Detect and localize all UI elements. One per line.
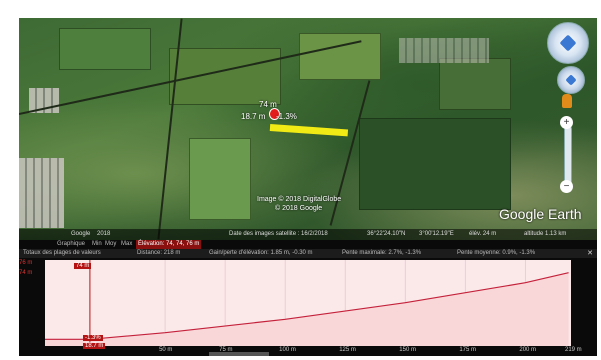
zoom-in-button[interactable]: +	[560, 116, 573, 129]
totals-label: Totaux des plages de valeurs	[23, 250, 101, 256]
x-tick-label: 200 m	[519, 347, 537, 353]
elevation-readout: élév. 24 m	[469, 231, 497, 237]
field-patch	[59, 28, 151, 70]
range-totals-bar: Totaux des plages de valeurs Distance: 2…	[19, 249, 597, 258]
path-elevation-label: 74 m	[259, 100, 277, 109]
buildings-left	[19, 158, 64, 228]
look-around-control[interactable]	[547, 22, 589, 64]
path-grade-label: -1.3%	[276, 112, 297, 121]
zoom-out-button[interactable]: −	[560, 180, 573, 193]
google-earth-logo: Google Earth	[499, 206, 582, 222]
longitude: 3°00'12.19"E	[419, 231, 454, 237]
graph-label: Graphique	[57, 241, 86, 247]
close-icon[interactable]: ✕	[587, 249, 593, 258]
field-patch	[439, 58, 511, 110]
x-tick-label: 219 m	[565, 347, 582, 353]
field-patch	[299, 33, 381, 80]
max-toggle[interactable]: Max	[121, 240, 132, 249]
status-year: 2018	[97, 231, 111, 237]
y-tick-74: 74 m	[19, 270, 33, 276]
avg-toggle[interactable]: Moy	[105, 240, 116, 249]
move-control[interactable]	[557, 66, 585, 94]
pan-arrows-icon	[565, 74, 577, 86]
path-distance-label: 18.7 m	[241, 112, 266, 121]
altitude-readout: altitude 1.13 km	[524, 231, 567, 237]
distance-total: Distance: 218 m	[137, 250, 181, 256]
elevation-profile-chart[interactable]	[45, 260, 571, 346]
min-toggle[interactable]: Min	[92, 240, 102, 249]
elevation-path-line[interactable]	[269, 124, 349, 137]
google-credit: © 2018 Google	[275, 205, 323, 212]
imagery-date: Date des images satellite : 16/2/2018	[229, 231, 328, 237]
orchard-patch	[359, 118, 511, 210]
x-tick-label: 175 m	[459, 347, 476, 353]
horizontal-scrollbar[interactable]	[209, 352, 269, 356]
elevation-profile-panel: Graphique Min Moy Max Élévation: 74, 74,…	[19, 240, 597, 356]
street-view-pegman-icon[interactable]	[562, 94, 572, 108]
status-bar: Google 2018 Date des images satellite : …	[19, 229, 597, 240]
gain-loss: Gain/perte d'élévation: 1.85 m, -0.30 m	[209, 250, 313, 256]
google-earth-window: 74 m 18.7 m -1.3% Image © 2018 DigitalGl…	[19, 18, 597, 356]
x-tick-label: 125 m	[339, 347, 356, 353]
x-tick-label: 50 m	[159, 347, 173, 353]
cursor-distance-badge: 18.7 m	[83, 343, 106, 349]
status-google-logo: Google	[71, 231, 91, 237]
profile-toolbar: Graphique Min Moy Max Élévation: 74, 74,…	[19, 240, 597, 249]
elevation-dropdown[interactable]: Élévation: 74, 74, 76 m	[136, 240, 202, 249]
buildings-top-right	[399, 38, 489, 63]
elevation-area	[45, 272, 569, 346]
x-tick-label: 100 m	[279, 347, 296, 353]
max-slope: Pente maximale: 2.7%, -1.3%	[342, 250, 422, 256]
imagery-credit: Image © 2018 DigitalGlobe	[257, 196, 342, 203]
cursor-elevation-badge: 74 m	[74, 263, 92, 269]
cursor-grade-badge: -1.3%	[83, 335, 103, 341]
compass-arrows-icon	[559, 34, 577, 52]
screenshot-frame: 74 m 18.7 m -1.3% Image © 2018 DigitalGl…	[0, 0, 601, 360]
y-tick-76: 76 m	[19, 260, 33, 266]
latitude: 36°22'24.10"N	[367, 231, 406, 237]
field-patch	[189, 138, 251, 220]
x-tick-label: 150 m	[399, 347, 416, 353]
satellite-map[interactable]: 74 m 18.7 m -1.3% Image © 2018 DigitalGl…	[19, 18, 597, 240]
avg-slope: Pente moyenne: 0.9%, -1.3%	[457, 250, 536, 256]
